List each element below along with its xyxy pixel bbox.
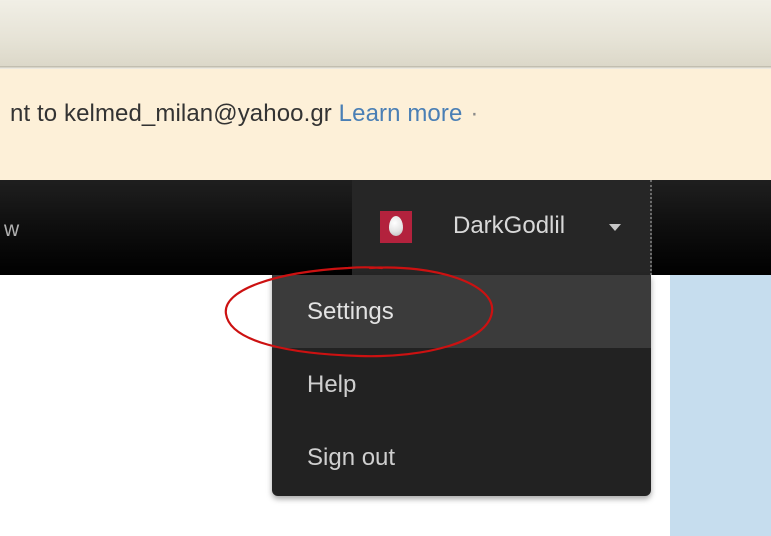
notification-bar: nt to kelmed_milan@yahoo.gr Learn more · xyxy=(0,69,771,181)
learn-more-link[interactable]: Learn more xyxy=(339,100,463,127)
browser-toolbar-strip xyxy=(0,0,771,66)
notification-separator: · xyxy=(470,100,479,127)
notification-message: nt to kelmed_milan@yahoo.gr xyxy=(10,100,339,127)
chevron-down-icon xyxy=(609,224,621,231)
menu-item-help[interactable]: Help xyxy=(272,348,651,421)
side-panel xyxy=(670,275,771,536)
menu-item-sign-out[interactable]: Sign out xyxy=(272,421,651,494)
screenshot-root: nt to kelmed_milan@yahoo.gr Learn more · … xyxy=(0,0,771,536)
account-dropdown-menu: Settings Help Sign out xyxy=(272,275,651,496)
nav-item-fragment[interactable]: w xyxy=(4,218,19,242)
notification-text: nt to kelmed_milan@yahoo.gr Learn more · xyxy=(10,100,479,128)
account-menu-button[interactable]: DarkGodlil xyxy=(352,180,652,275)
account-username: DarkGodlil xyxy=(453,212,566,239)
egg-avatar-icon xyxy=(389,216,403,236)
menu-item-settings[interactable]: Settings xyxy=(272,275,651,348)
avatar xyxy=(380,211,412,243)
